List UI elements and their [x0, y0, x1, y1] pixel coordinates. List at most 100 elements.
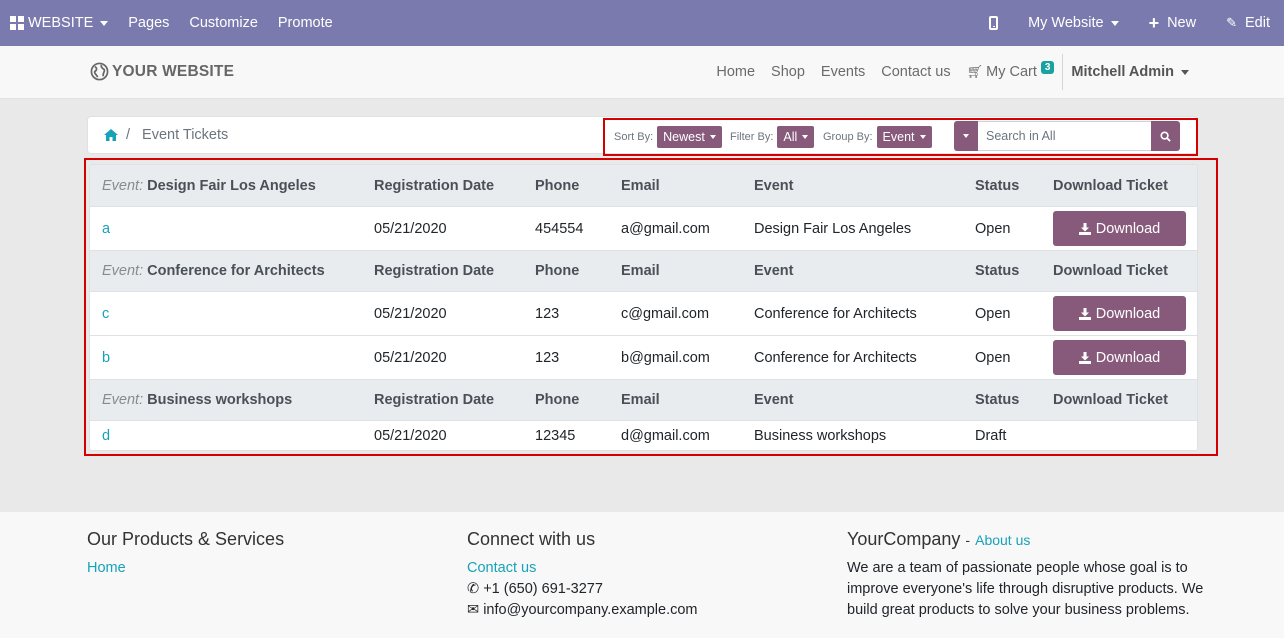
nav-contact-us[interactable]: Contact us [873, 64, 958, 80]
attendee-name-link[interactable]: c [102, 292, 109, 335]
col-status: Status [975, 392, 1020, 408]
edit-button[interactable]: ✎ Edit [1216, 0, 1284, 46]
download-label: Download [1095, 349, 1161, 366]
website-menu[interactable]: WEBSITE [0, 0, 118, 46]
download-button[interactable]: Download [1053, 296, 1186, 331]
filter-by-group: Filter By: All [730, 126, 815, 148]
download-cell: Download [1053, 292, 1186, 335]
site-header: YOUR WEBSITE Home Shop Events Contact us… [0, 46, 1284, 99]
cart-label: My Cart [986, 64, 1037, 80]
table-row: c 05/21/2020 123 c@gmail.com Conference … [90, 291, 1197, 335]
mobile-preview-button[interactable] [973, 0, 1018, 46]
site-footer: Our Products & Services Home Connect wit… [0, 512, 1284, 638]
nav-home[interactable]: Home [708, 64, 763, 80]
main-nav: Home Shop Events Contact us 🛒︎ My Cart 3… [708, 46, 1284, 98]
footer-company: YourCompany - About us We are a team of … [847, 529, 1203, 621]
group-header-row: Event: Conference for Architects Registr… [90, 250, 1197, 291]
website-menu-label: WEBSITE [28, 15, 94, 31]
attendee-name-link[interactable]: a [102, 207, 110, 250]
footer-email-address: info@yourcompany.example.com [483, 602, 698, 618]
menu-customize[interactable]: Customize [179, 0, 268, 46]
nav-my-cart[interactable]: 🛒︎ My Cart 3 [959, 60, 1063, 80]
menu-pages[interactable]: Pages [118, 0, 179, 46]
sort-by-group: Sort By: Newest [614, 126, 722, 148]
search-group: Search in All [954, 121, 1180, 151]
group-header-row: Event: Business workshops Registration D… [90, 379, 1197, 420]
filter-by-dropdown[interactable]: All [777, 126, 815, 148]
nav-shop[interactable]: Shop [763, 64, 813, 80]
nav-events[interactable]: Events [813, 64, 873, 80]
col-download-ticket: Download Ticket [1053, 177, 1168, 194]
attendee-name-link[interactable]: b [102, 336, 110, 379]
event-prefix: Event: [102, 263, 144, 279]
col-phone: Phone [535, 263, 580, 279]
event-cell: Business workshops [754, 427, 887, 444]
user-menu[interactable]: Mitchell Admin [1062, 54, 1284, 90]
search-scope-dropdown[interactable] [954, 121, 978, 151]
footer-company-title: YourCompany - About us [847, 529, 1203, 550]
group-by-group: Group By: Event [823, 126, 932, 148]
col-registration-date: Registration Date [374, 177, 495, 194]
user-name: Mitchell Admin [1071, 64, 1174, 80]
home-icon[interactable] [104, 129, 118, 141]
company-dash: - [965, 532, 971, 548]
download-icon [1078, 222, 1091, 235]
event-cell: Conference for Architects [754, 305, 917, 322]
col-registration-date: Registration Date [374, 263, 495, 279]
status-cell: Open [975, 305, 1011, 322]
company-name: YourCompany [847, 529, 961, 549]
email-cell: d@gmail.com [621, 427, 710, 444]
download-label: Download [1095, 305, 1161, 322]
my-website-menu[interactable]: My Website [1018, 0, 1138, 46]
admin-bar: WEBSITE Pages Customize Promote My Websi… [0, 0, 1284, 46]
footer-phone: ✆ +1 (650) 691-3277 [467, 579, 698, 600]
cart-icon: 🛒︎ [966, 64, 984, 79]
group-event-cell: Event: Design Fair Los Angeles [102, 165, 316, 206]
filter-by-value: All [783, 130, 798, 144]
mobile-icon [989, 16, 999, 30]
breadcrumb: / Event Tickets [104, 127, 228, 143]
footer-products: Our Products & Services Home [87, 529, 284, 579]
download-button[interactable]: Download [1053, 211, 1186, 246]
email-cell: b@gmail.com [621, 349, 710, 366]
phone-icon: ✆ [467, 581, 480, 597]
menu-promote[interactable]: Promote [268, 0, 343, 46]
my-website-label: My Website [1028, 15, 1104, 31]
new-label: New [1167, 15, 1197, 31]
admin-bar-left: WEBSITE Pages Customize Promote [0, 0, 343, 46]
site-logo[interactable]: YOUR WEBSITE [90, 62, 234, 81]
status-cell: Open [975, 349, 1011, 366]
phone-cell: 12345 [535, 427, 576, 444]
col-status: Status [975, 263, 1020, 279]
col-download-ticket: Download Ticket [1053, 392, 1168, 408]
admin-bar-right: My Website + New ✎ Edit [973, 0, 1284, 46]
search-input[interactable]: Search in All [978, 121, 1151, 151]
search-button[interactable] [1151, 121, 1180, 151]
globe-icon [90, 62, 109, 81]
footer-contact-link[interactable]: Contact us [467, 558, 698, 579]
col-registration-date: Registration Date [374, 392, 495, 408]
footer-connect: Connect with us Contact us ✆ +1 (650) 69… [467, 529, 698, 621]
sort-by-dropdown[interactable]: Newest [657, 126, 722, 148]
new-button[interactable]: + New [1139, 0, 1217, 46]
envelope-icon: ✉ [467, 602, 480, 618]
group-by-dropdown[interactable]: Event [876, 126, 932, 148]
group-header-row: Event: Design Fair Los Angeles Registrat… [90, 165, 1197, 206]
footer-home-link[interactable]: Home [87, 558, 284, 579]
event-cell: Design Fair Los Angeles [754, 220, 912, 237]
chevron-down-icon [1110, 20, 1119, 26]
group-event-name: Business workshops [147, 392, 293, 408]
table-row: b 05/21/2020 123 b@gmail.com Conference … [90, 335, 1197, 379]
group-event-cell: Event: Conference for Architects [102, 251, 325, 291]
download-button[interactable]: Download [1053, 340, 1186, 375]
registration-date-cell: 05/21/2020 [374, 305, 447, 322]
about-us-link[interactable]: About us [975, 532, 1030, 548]
download-icon [1078, 307, 1091, 320]
status-cell: Draft [975, 427, 1007, 444]
filters-toolbar: Sort By: Newest Filter By: All Group By:… [603, 118, 1198, 156]
cart-count-badge: 3 [1040, 60, 1055, 74]
edit-label: Edit [1245, 15, 1270, 31]
phone-cell: 123 [535, 349, 560, 366]
attendee-name-link[interactable]: d [102, 421, 110, 450]
status-cell: Open [975, 220, 1011, 237]
